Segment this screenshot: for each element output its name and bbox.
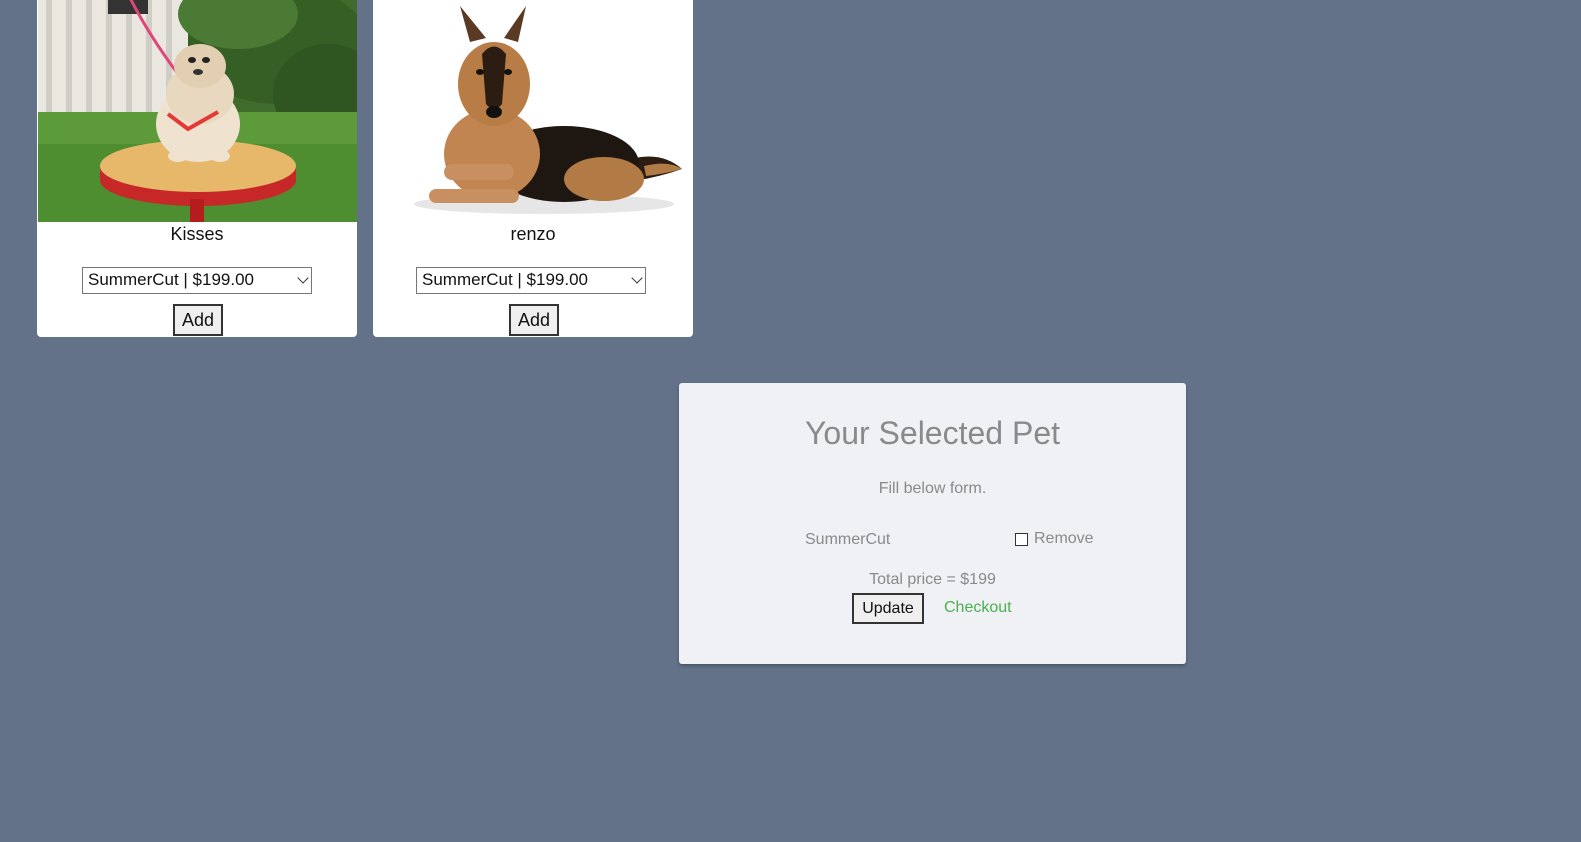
service-select[interactable]: SummerCut | $199.00 — [82, 267, 312, 294]
total-price: Total price = $199 — [869, 571, 996, 588]
add-button[interactable]: Add — [509, 304, 559, 336]
service-select[interactable]: SummerCut | $199.00 — [416, 267, 646, 294]
selected-pet-panel: Your Selected Pet Fill below form. Summe… — [679, 383, 1186, 664]
service-select-value: SummerCut | $199.00 — [88, 270, 254, 289]
remove-checkbox[interactable] — [1015, 532, 1028, 546]
remove-label: Remove — [1034, 530, 1094, 547]
selected-service-name: SummerCut — [805, 531, 891, 548]
pet-card-renzo: renzo SummerCut | $199.00 Add — [373, 0, 693, 337]
remove-control: Remove — [1015, 530, 1094, 548]
renzo-photo — [374, 0, 693, 222]
dog-photo-icon — [374, 0, 693, 222]
kisses-photo — [38, 0, 357, 222]
update-button[interactable]: Update — [852, 593, 924, 624]
pet-name: renzo — [510, 224, 556, 244]
panel-title: Your Selected Pet — [805, 415, 1060, 451]
pet-card-kisses: Kisses SummerCut | $199.00 Add — [37, 0, 357, 337]
add-button[interactable]: Add — [173, 304, 223, 336]
pet-name: Kisses — [170, 224, 224, 244]
chevron-down-icon — [631, 272, 643, 284]
chevron-down-icon — [297, 272, 309, 284]
checkout-link[interactable]: Checkout — [944, 599, 1012, 617]
service-select-value: SummerCut | $199.00 — [422, 270, 588, 289]
panel-subtitle: Fill below form. — [878, 480, 987, 497]
dog-photo-icon — [38, 0, 357, 222]
